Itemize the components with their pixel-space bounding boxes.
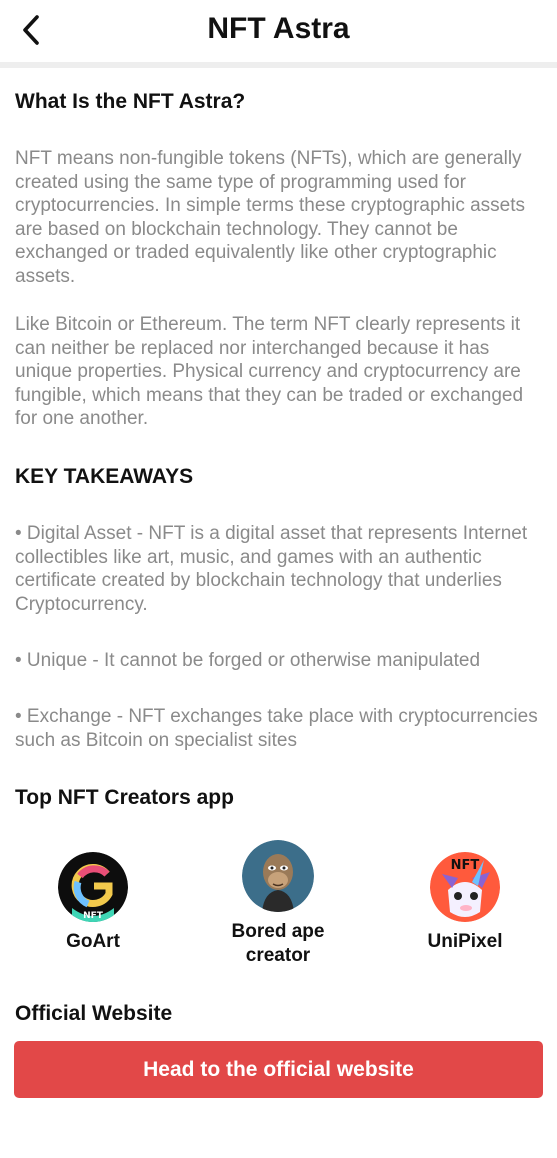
app-header: NFT Astra — [0, 0, 557, 62]
header-divider — [0, 62, 557, 68]
svg-text:NFT: NFT — [83, 911, 104, 921]
creator-name-bored-ape: Bored ape creator — [231, 921, 325, 966]
paragraph-what-2: Like Bitcoin or Ethereum. The term NFT c… — [15, 314, 524, 430]
takeaway-item-exchange: • Exchange - NFT exchanges take place wi… — [15, 706, 538, 751]
creator-item-unipixel[interactable]: NFT UniPixel — [423, 852, 507, 954]
takeaway-item-digital-asset: • Digital Asset - NFT is a digital asset… — [15, 523, 528, 615]
creator-name-unipixel: UniPixel — [427, 931, 503, 952]
bored-ape-logo-icon — [242, 840, 314, 912]
svg-text:NFT: NFT — [451, 858, 480, 873]
goart-logo-icon: NFT — [58, 852, 128, 922]
section-heading-takeaways: KEY TAKEAWAYS — [15, 465, 194, 488]
creator-item-goart[interactable]: NFT GoArt — [52, 852, 134, 954]
paragraph-what-1: NFT means non-fungible tokens (NFTs), wh… — [15, 148, 526, 287]
section-heading-official: Official Website — [15, 1002, 173, 1025]
creator-name-goart: GoArt — [66, 931, 120, 952]
creator-item-bored-ape[interactable]: Bored ape creator — [228, 840, 328, 968]
official-website-button[interactable]: Head to the official website — [14, 1041, 543, 1098]
unipixel-logo-icon: NFT — [430, 852, 500, 922]
section-heading-what: What Is the NFT Astra? — [15, 90, 246, 113]
takeaway-item-unique: • Unique - It cannot be forged or otherw… — [15, 650, 481, 671]
page-title: NFT Astra — [207, 12, 350, 45]
